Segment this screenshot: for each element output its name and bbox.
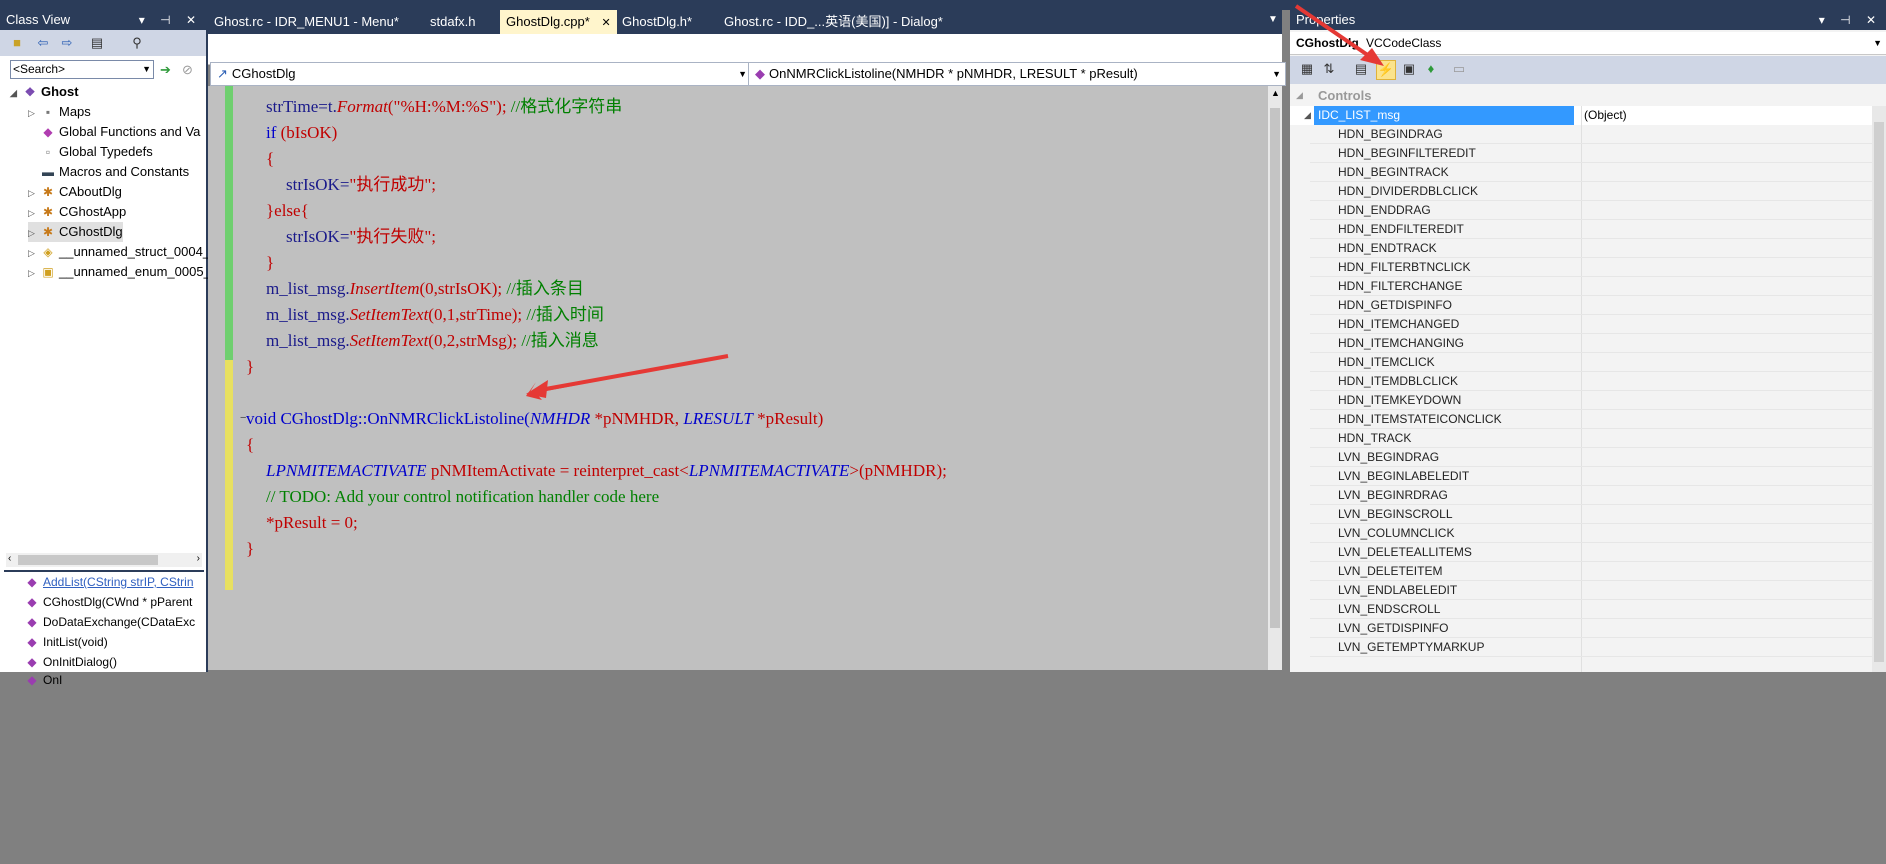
event-row[interactable]: HDN_FILTERBTNCLICK [1338,258,1470,277]
grid-column-divider [1581,106,1582,672]
event-row[interactable]: HDN_ITEMCLICK [1338,353,1435,372]
category-row[interactable]: ◢ Controls [1290,86,1886,106]
event-row[interactable]: LVN_COLUMNCLICK [1338,524,1454,543]
event-row[interactable]: LVN_BEGINSCROLL [1338,505,1453,524]
collapse-icon[interactable]: ◢ [1296,90,1303,101]
event-row[interactable]: LVN_GETEMPTYMARKUP [1338,638,1484,657]
annotation-overlay [526,4,1384,400]
event-row[interactable]: HDN_ITEMCHANGED [1338,315,1459,334]
category-label: Controls [1318,88,1372,103]
event-row[interactable]: HDN_DIVIDERDBLCLICK [1338,182,1478,201]
collapse-icon[interactable]: ◢ [1304,110,1311,121]
event-row[interactable]: HDN_ITEMDBLCLICK [1338,372,1458,391]
event-row[interactable]: HDN_GETDISPINFO [1338,296,1452,315]
event-row[interactable]: HDN_BEGINFILTEREDIT [1338,144,1476,163]
event-row[interactable]: LVN_ENDLABELEDIT [1338,581,1457,600]
event-row[interactable]: HDN_ITEMKEYDOWN [1338,391,1461,410]
event-row[interactable]: HDN_TRACK [1338,429,1411,448]
event-row[interactable]: LVN_BEGINRDRAG [1338,486,1448,505]
scrollbar-thumb[interactable] [1874,122,1884,662]
selected-control-value: (Object) [1584,108,1627,122]
event-row[interactable]: HDN_ENDDRAG [1338,201,1431,220]
event-row[interactable]: LVN_DELETEITEM [1338,562,1442,581]
event-row[interactable]: HDN_ITEMCHANGING [1338,334,1464,353]
grid-line [1310,656,1886,657]
red-arrow-to-events-button [1294,4,1374,60]
event-row[interactable]: LVN_BEGINLABELEDIT [1338,467,1469,486]
event-row[interactable]: LVN_ENDSCROLL [1338,600,1440,619]
event-row[interactable]: HDN_ITEMSTATEICONCLICK [1338,410,1502,429]
event-row[interactable]: HDN_ENDFILTEREDIT [1338,220,1464,239]
properties-vertical-scrollbar[interactable] [1872,106,1886,672]
event-row[interactable]: LVN_BEGINDRAG [1338,448,1439,467]
event-row[interactable]: HDN_FILTERCHANGE [1338,277,1462,296]
event-row[interactable]: HDN_ENDTRACK [1338,239,1437,258]
selected-control-name: IDC_LIST_msg [1314,106,1574,125]
event-row[interactable]: HDN_BEGINTRACK [1338,163,1449,182]
event-row[interactable]: LVN_DELETEALLITEMS [1338,543,1472,562]
event-row[interactable]: HDN_BEGINDRAG [1338,125,1443,144]
red-arrow-line [539,354,729,392]
event-row[interactable]: LVN_GETDISPINFO [1338,619,1448,638]
